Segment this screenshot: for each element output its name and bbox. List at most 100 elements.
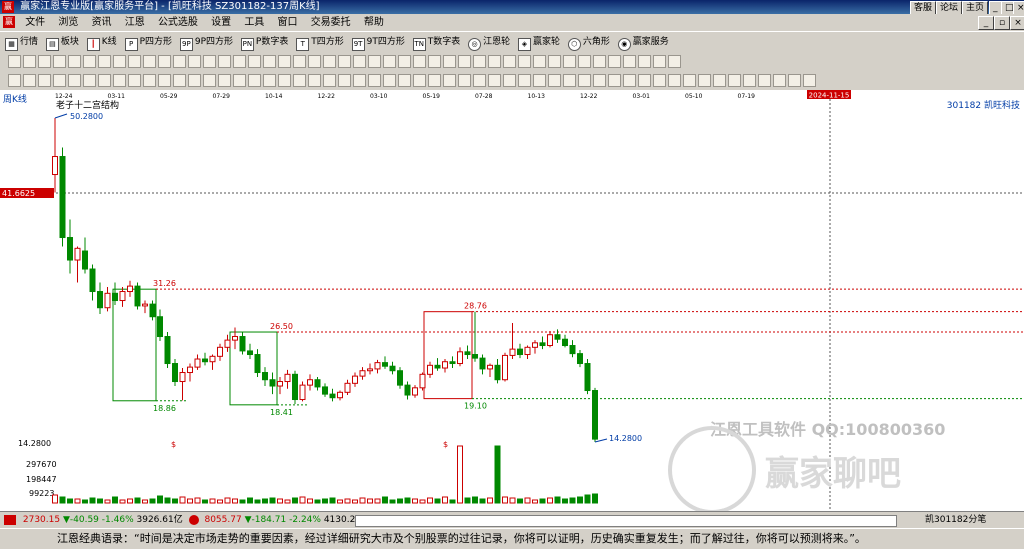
title-button-service[interactable]: 客服 bbox=[910, 1, 937, 15]
draw-tool-icon[interactable] bbox=[53, 55, 66, 68]
analysis-tool-icon[interactable] bbox=[263, 74, 276, 87]
analysis-tool-icon[interactable] bbox=[398, 74, 411, 87]
analysis-tool-icon[interactable] bbox=[203, 74, 216, 87]
draw-tool-icon[interactable] bbox=[413, 55, 426, 68]
analysis-tool-icon[interactable] bbox=[218, 74, 231, 87]
menu-gann[interactable]: 江恩 bbox=[125, 17, 145, 28]
analysis-tool-icon[interactable] bbox=[308, 74, 321, 87]
doc-restore-icon[interactable]: ▫ bbox=[994, 16, 1010, 30]
draw-tool-icon[interactable] bbox=[38, 55, 51, 68]
analysis-tool-icon[interactable] bbox=[713, 74, 726, 87]
draw-tool-icon[interactable] bbox=[608, 55, 621, 68]
menu-browse[interactable]: 浏览 bbox=[58, 17, 78, 28]
menu-file[interactable]: 文件 bbox=[25, 17, 45, 28]
draw-tool-icon[interactable] bbox=[503, 55, 516, 68]
draw-tool-icon[interactable] bbox=[533, 55, 546, 68]
kline-chart[interactable]: 12-24 03-11 05-29 07-29 10-14 12-22 03-10 05-19… bbox=[0, 90, 1024, 511]
analysis-tool-icon[interactable] bbox=[368, 74, 381, 87]
draw-tool-icon[interactable] bbox=[638, 55, 651, 68]
menu-formula[interactable]: 公式选股 bbox=[158, 17, 198, 28]
analysis-tool-icon[interactable] bbox=[668, 74, 681, 87]
menu-trade[interactable]: 交易委托 bbox=[311, 17, 351, 28]
draw-tool-icon[interactable] bbox=[563, 55, 576, 68]
analysis-tool-icon[interactable] bbox=[683, 74, 696, 87]
draw-tool-icon[interactable] bbox=[128, 55, 141, 68]
analysis-tool-icon[interactable] bbox=[518, 74, 531, 87]
draw-tool-icon[interactable] bbox=[518, 55, 531, 68]
analysis-tool-icon[interactable] bbox=[758, 74, 771, 87]
draw-tool-icon[interactable] bbox=[578, 55, 591, 68]
analysis-tool-icon[interactable] bbox=[158, 74, 171, 87]
analysis-tool-icon[interactable] bbox=[773, 74, 786, 87]
draw-tool-icon[interactable] bbox=[278, 55, 291, 68]
draw-tool-icon[interactable] bbox=[308, 55, 321, 68]
toolbar-pn-table-button[interactable]: PN P数字表 bbox=[240, 32, 288, 52]
draw-tool-icon[interactable] bbox=[98, 55, 111, 68]
menu-window[interactable]: 窗口 bbox=[278, 17, 298, 28]
draw-tool-icon[interactable] bbox=[68, 55, 81, 68]
analysis-tool-icon[interactable] bbox=[353, 74, 366, 87]
draw-tool-icon[interactable] bbox=[188, 55, 201, 68]
analysis-tool-icon[interactable] bbox=[788, 74, 801, 87]
title-button-forum[interactable]: 论坛 bbox=[936, 1, 963, 15]
analysis-tool-icon[interactable] bbox=[338, 74, 351, 87]
analysis-tool-icon[interactable] bbox=[38, 74, 51, 87]
analysis-tool-icon[interactable] bbox=[428, 74, 441, 87]
analysis-tool-icon[interactable] bbox=[68, 74, 81, 87]
toolbar-quotes-button[interactable]: ▦ 行情 bbox=[5, 32, 38, 52]
status-scrollbar[interactable] bbox=[355, 515, 897, 527]
analysis-tool-icon[interactable] bbox=[98, 74, 111, 87]
minimize-icon[interactable]: _ bbox=[989, 1, 1002, 15]
draw-tool-icon[interactable] bbox=[83, 55, 96, 68]
tick-detail-label[interactable]: 凯301182分笔 bbox=[925, 512, 986, 529]
analysis-tool-icon[interactable] bbox=[623, 74, 636, 87]
analysis-tool-icon[interactable] bbox=[23, 74, 36, 87]
draw-tool-icon[interactable] bbox=[23, 55, 36, 68]
analysis-tool-icon[interactable] bbox=[563, 74, 576, 87]
analysis-tool-icon[interactable] bbox=[728, 74, 741, 87]
draw-tool-icon[interactable] bbox=[353, 55, 366, 68]
toolbar-winner-wheel-button[interactable]: ◈ 赢家轮 bbox=[517, 32, 560, 52]
analysis-tool-icon[interactable] bbox=[323, 74, 336, 87]
analysis-tool-icon[interactable] bbox=[83, 74, 96, 87]
draw-tool-icon[interactable] bbox=[548, 55, 561, 68]
analysis-tool-icon[interactable] bbox=[578, 74, 591, 87]
analysis-tool-icon[interactable] bbox=[8, 74, 21, 87]
draw-tool-icon[interactable] bbox=[293, 55, 306, 68]
draw-tool-icon[interactable] bbox=[8, 55, 21, 68]
draw-tool-icon[interactable] bbox=[113, 55, 126, 68]
toolbar-9t-square-button[interactable]: 9T 9T四方形 bbox=[351, 32, 405, 52]
toolbar-sectors-button[interactable]: ▤ 板块 bbox=[45, 32, 79, 52]
draw-tool-icon[interactable] bbox=[428, 55, 441, 68]
analysis-tool-icon[interactable] bbox=[128, 74, 141, 87]
draw-tool-icon[interactable] bbox=[398, 55, 411, 68]
analysis-tool-icon[interactable] bbox=[653, 74, 666, 87]
analysis-tool-icon[interactable] bbox=[458, 74, 471, 87]
menu-info[interactable]: 资讯 bbox=[92, 17, 112, 28]
doc-close-icon[interactable]: × bbox=[1010, 16, 1024, 30]
analysis-tool-icon[interactable] bbox=[743, 74, 756, 87]
analysis-tool-icon[interactable] bbox=[608, 74, 621, 87]
analysis-tool-icon[interactable] bbox=[233, 74, 246, 87]
analysis-tool-icon[interactable] bbox=[143, 74, 156, 87]
draw-tool-icon[interactable] bbox=[383, 55, 396, 68]
draw-tool-icon[interactable] bbox=[323, 55, 336, 68]
draw-tool-icon[interactable] bbox=[248, 55, 261, 68]
draw-tool-icon[interactable] bbox=[338, 55, 351, 68]
analysis-tool-icon[interactable] bbox=[698, 74, 711, 87]
analysis-tool-icon[interactable] bbox=[53, 74, 66, 87]
analysis-tool-icon[interactable] bbox=[383, 74, 396, 87]
draw-tool-icon[interactable] bbox=[488, 55, 501, 68]
toolbar-p-square-button[interactable]: P P四方形 bbox=[124, 32, 172, 52]
toolbar-tn-table-button[interactable]: TN T数字表 bbox=[412, 32, 460, 52]
close-icon[interactable]: × bbox=[1013, 1, 1024, 15]
analysis-tool-icon[interactable] bbox=[488, 74, 501, 87]
draw-tool-icon[interactable] bbox=[653, 55, 666, 68]
draw-tool-icon[interactable] bbox=[203, 55, 216, 68]
analysis-tool-icon[interactable] bbox=[473, 74, 486, 87]
draw-tool-icon[interactable] bbox=[593, 55, 606, 68]
analysis-tool-icon[interactable] bbox=[278, 74, 291, 87]
draw-tool-icon[interactable] bbox=[368, 55, 381, 68]
analysis-tool-icon[interactable] bbox=[173, 74, 186, 87]
draw-tool-icon[interactable] bbox=[143, 55, 156, 68]
